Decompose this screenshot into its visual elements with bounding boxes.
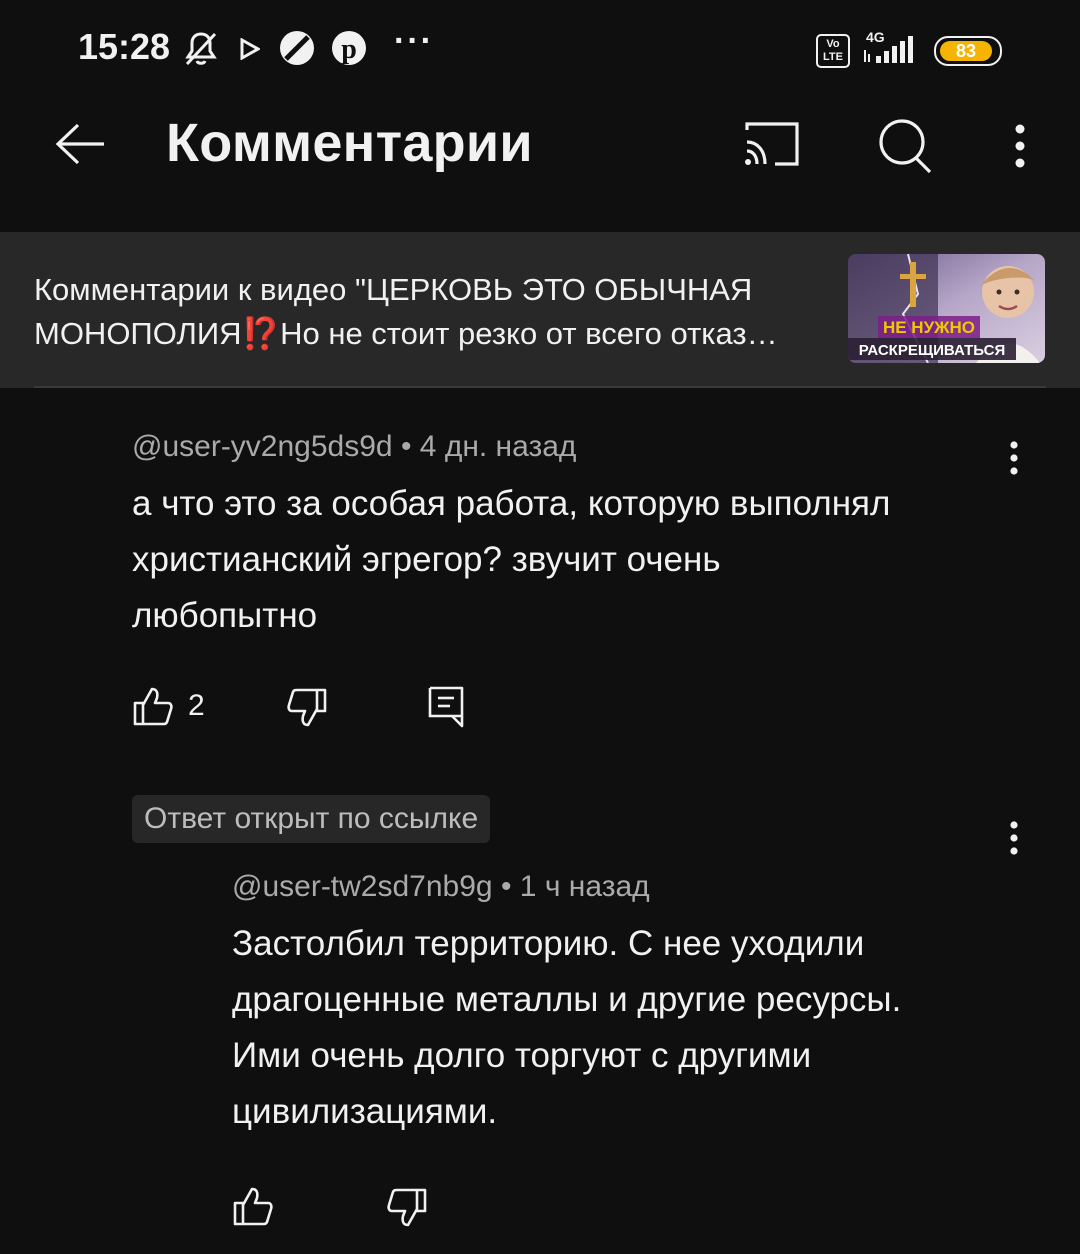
search-icon: [879, 119, 932, 174]
vpn-circle-icon: [280, 31, 314, 65]
reply-button[interactable]: [428, 686, 464, 728]
reply-time: 1 ч назад: [519, 870, 650, 903]
comment-meta: @user-yv2ng5ds9d • 4 дн. назад: [132, 430, 576, 464]
dislike-button[interactable]: [286, 688, 328, 728]
video-thumbnail[interactable]: НЕ НУЖНО РАСКРЕЩИВАТЬСЯ: [848, 254, 1045, 363]
meta-separator: •: [392, 430, 420, 463]
pinterest-icon: p: [332, 31, 366, 65]
divider: [34, 386, 1046, 388]
battery-level: 83: [940, 41, 992, 61]
reply-comment-icon: [428, 686, 464, 728]
cast-icon: [745, 122, 799, 166]
comment-line: любопытно: [132, 596, 318, 635]
more-vert-icon: [1010, 441, 1018, 475]
reply-line: Ими очень долго торгуют с другими: [232, 1036, 812, 1075]
thumbs-up-icon: [233, 1187, 273, 1226]
back-button[interactable]: [50, 118, 110, 170]
page-title: Комментарии: [166, 113, 533, 173]
more-vert-icon: [1015, 124, 1025, 168]
reply-line: цивилизациями.: [232, 1092, 498, 1131]
like-count: 2: [188, 689, 205, 722]
thumbnail-caption-1: НЕ НУЖНО: [883, 318, 975, 337]
linked-reply-badge: Ответ открыт по ссылке: [132, 795, 491, 843]
thumbnail-image: НЕ НУЖНО РАСКРЕЩИВАТЬСЯ: [848, 254, 1045, 363]
battery-icon: 83: [934, 36, 1002, 66]
comment-line: христианский эгрегор? звучит очень: [132, 540, 721, 579]
more-notifications-icon: ···: [394, 22, 434, 60]
back-arrow-icon: [55, 123, 104, 165]
signal-icon: [864, 36, 913, 63]
comment-line: а что это за особая работа, которую выпо…: [132, 484, 891, 523]
reply-line: драгоценные металлы и другие ресурсы.: [232, 980, 902, 1019]
comment-more-button[interactable]: [994, 428, 1034, 488]
video-context-line-1: Комментарии к видео "ЦЕРКОВЬ ЭТО ОБЫЧНАЯ: [34, 272, 753, 307]
video-context-line-2: МОНОПОЛИЯ⁉️Но не стоит резко от всего от…: [34, 316, 778, 351]
thumbs-up-icon: [133, 687, 173, 726]
play-store-icon: [240, 38, 260, 60]
video-context-text: Комментарии к видео "ЦЕРКОВЬ ЭТО ОБЫЧНАЯ…: [34, 268, 834, 356]
thumbs-down-icon: [387, 1188, 427, 1227]
reply-dislike-button[interactable]: [386, 1188, 428, 1228]
notifications-off-icon: [185, 32, 217, 66]
status-time: 15:28: [78, 26, 171, 67]
comment-text: а что это за особая работа, которую выпо…: [132, 476, 890, 644]
comment-time: 4 дн. назад: [419, 430, 577, 463]
reply-text: Застолбил территорию. С нее уходили драг…: [232, 916, 901, 1140]
volte-icon: Vo LTE: [816, 34, 850, 68]
svg-text:p: p: [341, 34, 357, 65]
search-button[interactable]: [872, 114, 936, 178]
thumbs-down-icon: [287, 688, 327, 727]
reply-more-button[interactable]: [994, 808, 1034, 868]
volte-label: Vo LTE: [823, 38, 843, 63]
reply-author[interactable]: @user-tw2sd7nb9g: [232, 870, 493, 903]
thumbnail-caption-2: РАСКРЕЩИВАТЬСЯ: [859, 342, 1006, 359]
reply-meta: @user-tw2sd7nb9g • 1 ч назад: [232, 870, 650, 904]
reply-like-button[interactable]: [232, 1186, 274, 1226]
cast-button[interactable]: [736, 114, 806, 174]
more-vert-icon: [1010, 821, 1018, 855]
meta-separator: •: [492, 870, 520, 903]
like-button[interactable]: 2: [132, 686, 205, 726]
comment-author[interactable]: @user-yv2ng5ds9d: [132, 430, 393, 463]
reply-line: Застолбил территорию. С нее уходили: [232, 924, 865, 963]
more-options-button[interactable]: [1000, 118, 1040, 174]
